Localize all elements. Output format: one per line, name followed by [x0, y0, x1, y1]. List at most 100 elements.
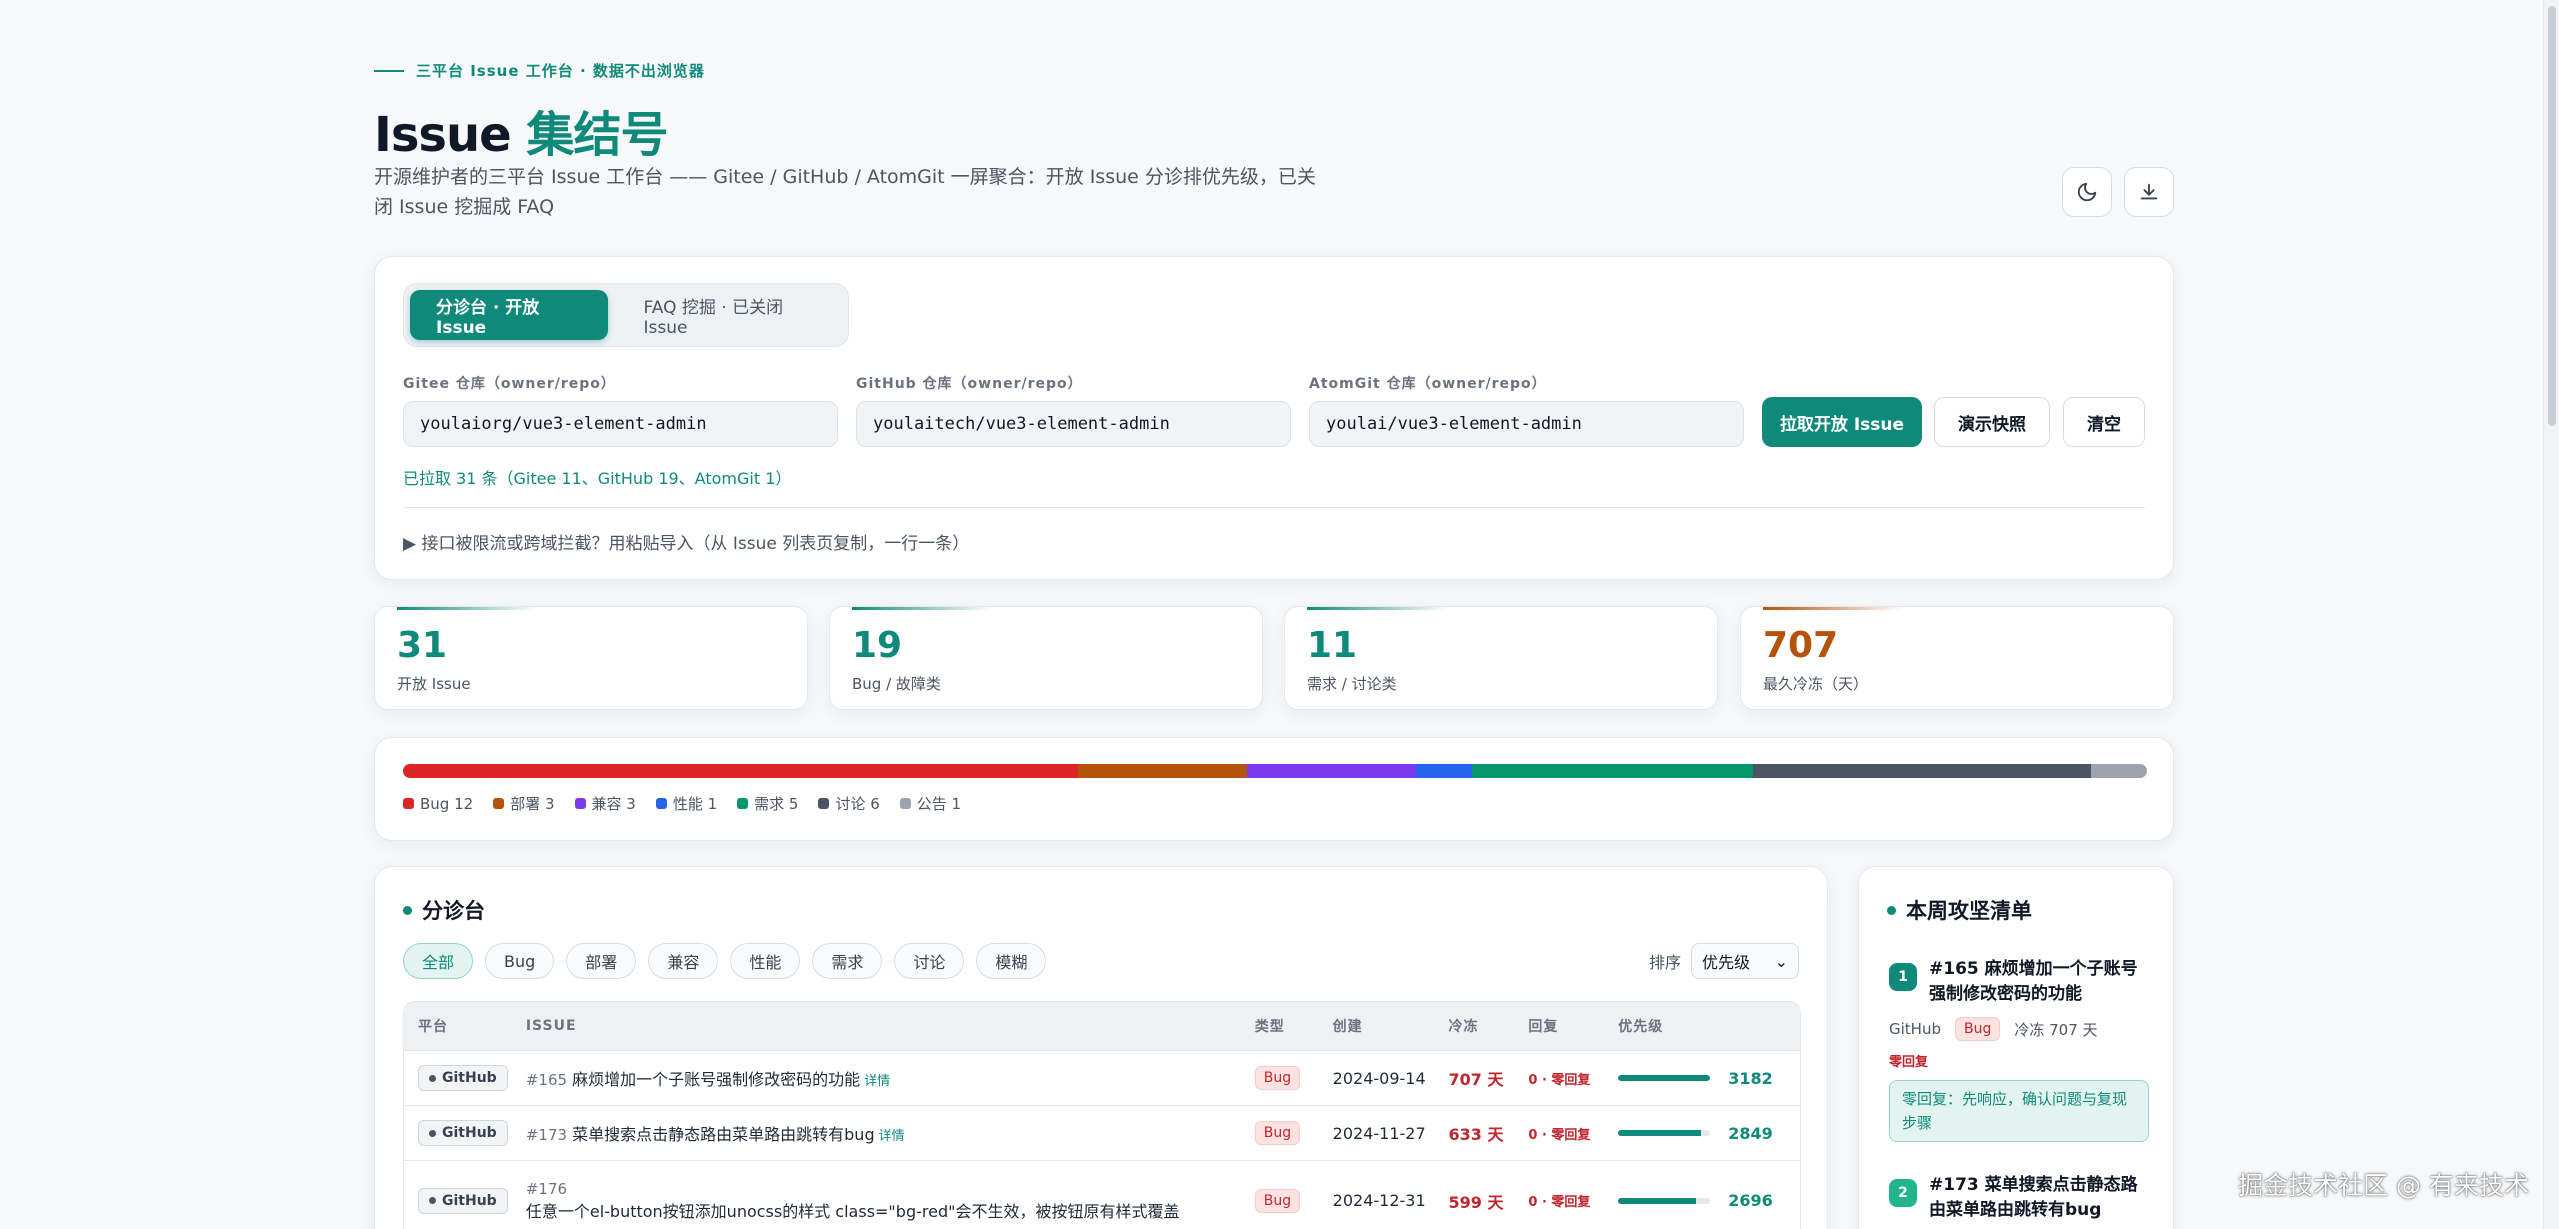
col-created: 创建	[1332, 1019, 1363, 1035]
tagline: 三平台 Issue 工作台 · 数据不出浏览器	[374, 60, 705, 81]
stat-value: 11	[1307, 625, 1358, 666]
theme-toggle-button[interactable]	[2062, 167, 2112, 217]
distribution-bar	[403, 764, 2147, 778]
created-cell: 2024-12-31	[1332, 1191, 1426, 1210]
demo-snapshot-button[interactable]: 演示快照	[1934, 397, 2050, 447]
sort-label: 排序	[1648, 953, 1681, 972]
issue-number: #173	[525, 1126, 568, 1144]
priority-cell: 3182	[1618, 1069, 1800, 1088]
category-distribution: Bug 12 部署 3 兼容 3 性能 1 需求 5 讨论 6 公告 1	[374, 737, 2174, 841]
platform-badge: GitHub	[418, 1065, 508, 1091]
issue-title[interactable]: 任意一个el-button按钮添加unocss的样式 class="bg-red…	[526, 1198, 1255, 1222]
fetch-status: 已拉取 31 条（Gitee 11、GitHub 19、AtomGit 1）	[403, 469, 792, 488]
platform-dot-icon	[429, 1129, 436, 1137]
legend-item: 部署 3	[493, 793, 555, 814]
github-repo-input[interactable]: youlaitech/vue3-element-admin	[856, 401, 1291, 447]
triage-panel: 分诊台 全部 Bug 部署 兼容 性能 需求 讨论 模糊 排序 优先级 ⌄ 平台…	[374, 866, 1828, 1229]
focus-item-zero-reply: 零回复	[1889, 1055, 1929, 1070]
legend-item: 公告 1	[899, 793, 962, 814]
title-accent: 集结号	[526, 107, 668, 163]
stat-accent-bar	[1307, 607, 1447, 610]
distribution-segment	[1753, 764, 2091, 778]
triage-title-text: 分诊台	[422, 899, 485, 923]
priority-value: 2696	[1728, 1191, 1773, 1210]
filter-chip-compat[interactable]: 兼容	[648, 943, 719, 979]
table-row[interactable]: GitHub #176 任意一个el-button按钮添加unocss的样式 cl…	[404, 1160, 1800, 1229]
type-cell: Bug	[1254, 1066, 1333, 1090]
page-scrollbar[interactable]	[2543, 0, 2559, 1229]
distribution-segment	[1471, 764, 1754, 778]
filter-chip-vague[interactable]: 模糊	[976, 943, 1047, 979]
table-row[interactable]: GitHub #173 菜单搜索点击静态路由菜单路由跳转有bug 详情 Bug 2…	[404, 1105, 1800, 1160]
stat-value: 707	[1763, 625, 1839, 666]
issue-table: 平台 ISSUE 类型 创建 冷冻 回复 优先级 GitHub #165 麻烦增…	[403, 1001, 1801, 1229]
priority-bar	[1618, 1075, 1711, 1081]
reply-cell: 0 · 零回复	[1528, 1072, 1591, 1088]
issue-detail-link[interactable]: 详情	[879, 1129, 905, 1144]
tab-faq-closed[interactable]: FAQ 挖掘 · 已关闭 Issue	[618, 290, 842, 340]
sort-select[interactable]: 优先级 ⌄	[1691, 943, 1799, 979]
frozen-cell: 633 天	[1448, 1125, 1504, 1144]
filter-chip-deploy[interactable]: 部署	[566, 943, 637, 979]
reply-cell: 0 · 零回复	[1528, 1195, 1591, 1210]
filter-chip-request[interactable]: 需求	[812, 943, 883, 979]
filter-chip-perf[interactable]: 性能	[730, 943, 801, 979]
col-reply: 回复	[1528, 1019, 1559, 1035]
issue-title[interactable]: 麻烦增加一个子账号强制修改密码的功能	[572, 1070, 860, 1089]
legend-swatch	[493, 798, 505, 809]
legend-label: 公告 1	[916, 795, 962, 813]
triage-title: 分诊台	[403, 895, 485, 925]
focus-item[interactable]: 1 #165 麻烦增加一个子账号强制修改密码的功能 GitHub Bug 冷冻 …	[1889, 957, 2149, 1142]
col-frozen: 冷冻	[1448, 1019, 1479, 1035]
col-platform: 平台	[418, 1019, 448, 1035]
legend-label: Bug 12	[420, 794, 474, 813]
priority-bar	[1618, 1197, 1711, 1204]
title-main: Issue	[374, 107, 527, 163]
focus-item-hint: 零回复：先响应，确认问题与复现步骤	[1889, 1080, 2149, 1142]
legend-item: 兼容 3	[574, 793, 636, 814]
legend-label: 兼容 3	[591, 795, 636, 813]
stat-label: 最久冷冻（天）	[1763, 675, 1869, 693]
focus-item-title[interactable]: #165 麻烦增加一个子账号强制修改密码的功能	[1929, 957, 2149, 1007]
filter-chips: 全部 Bug 部署 兼容 性能 需求 讨论 模糊	[403, 943, 1047, 979]
tab-triage-open[interactable]: 分诊台 · 开放 Issue	[410, 290, 608, 340]
focus-item-frozen: 冷冻 707 天	[2014, 1020, 2098, 1039]
table-row[interactable]: GitHub #165 麻烦增加一个子账号强制修改密码的功能 详情 Bug 202…	[404, 1050, 1800, 1105]
legend-item: 讨论 6	[818, 793, 880, 814]
atomgit-repo-input[interactable]: youlai/vue3-element-admin	[1309, 401, 1744, 447]
issue-title[interactable]: 菜单搜索点击静态路由菜单路由跳转有bug	[572, 1125, 874, 1144]
weekly-focus-title-text: 本周攻坚清单	[1906, 899, 2032, 923]
legend-label: 讨论 6	[835, 795, 880, 813]
gitee-repo-input[interactable]: youlaiorg/vue3-element-admin	[403, 401, 838, 447]
stat-label: 需求 / 讨论类	[1307, 675, 1397, 693]
download-button[interactable]	[2124, 167, 2174, 217]
stat-accent-bar	[1763, 607, 1903, 610]
weekly-focus-panel: 本周攻坚清单 1 #165 麻烦增加一个子账号强制修改密码的功能 GitHub …	[1858, 866, 2174, 1229]
stat-label: Bug / 故障类	[852, 675, 941, 693]
col-issue: ISSUE	[525, 1018, 577, 1034]
distribution-segment	[2090, 764, 2147, 778]
distribution-segment	[403, 764, 1079, 778]
legend-item: 需求 5	[737, 793, 798, 814]
chevron-down-icon: ⌄	[1774, 951, 1788, 971]
distribution-legend: Bug 12 部署 3 兼容 3 性能 1 需求 5 讨论 6 公告 1	[403, 793, 961, 814]
scrollbar-thumb[interactable]	[2548, 6, 2556, 426]
legend-item: Bug 12	[403, 793, 473, 814]
platform-dot-icon	[429, 1197, 436, 1204]
filter-chip-discuss[interactable]: 讨论	[894, 943, 965, 979]
col-priority: 优先级	[1618, 1019, 1664, 1035]
rank-badge: 2	[1889, 1179, 1917, 1207]
focus-item-title[interactable]: #173 菜单搜索点击静态路由菜单路由跳转有bug	[1929, 1173, 2149, 1223]
paste-import-toggle[interactable]: ▶ 接口被限流或跨域拦截？用粘贴导入（从 Issue 列表页复制，一行一条）	[403, 529, 969, 554]
focus-item[interactable]: 2 #173 菜单搜索点击静态路由菜单路由跳转有bug	[1889, 1173, 2149, 1223]
filter-chip-all[interactable]: 全部	[403, 943, 474, 979]
legend-label: 部署 3	[510, 795, 555, 813]
clear-button[interactable]: 清空	[2063, 397, 2145, 447]
issue-detail-link[interactable]: 详情	[864, 1074, 890, 1089]
stat-card-frozen: 707 最久冷冻（天）	[1740, 606, 2174, 710]
fetch-open-issues-button[interactable]: 拉取开放 Issue	[1762, 397, 1922, 447]
stat-card-request: 11 需求 / 讨论类	[1284, 606, 1718, 710]
filter-chip-bug[interactable]: Bug	[485, 943, 555, 979]
stat-label: 开放 Issue	[397, 675, 471, 693]
legend-label: 性能 1	[672, 795, 718, 813]
